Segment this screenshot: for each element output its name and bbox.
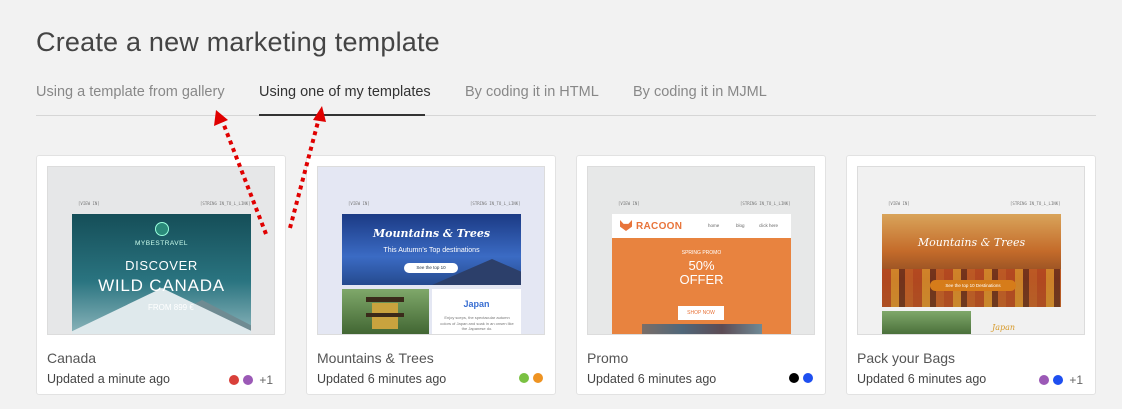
preview-percent: 50% [688,258,715,273]
active-tab-indicator [259,114,425,116]
preview-cta: See the top 10 Destinations [930,280,1016,291]
template-source-tabs: Using a template from gallery Using one … [36,76,1096,116]
tab-code-mjml[interactable]: By coding it in MJML [633,84,767,100]
preview-product-image [642,324,762,334]
color-dot [803,373,813,383]
preview-photo [342,289,429,334]
color-dot [243,375,254,385]
template-card-canada[interactable]: [VIEW IN] [STRING IN_TO_L_LINK] MYBESTRA… [36,155,286,395]
preview-token-right: [STRING IN_TO_L_LINK] [1010,201,1061,206]
card-title: Canada [47,350,97,366]
template-preview[interactable]: [VIEW IN] [STRING IN_TO_L_LINK] Mountain… [857,166,1085,335]
preview-nav-link: click here [759,223,779,228]
template-card-promo[interactable]: [VIEW IN] [STRING IN_TO_L_LINK] RACOON h… [576,155,826,395]
card-updated-time: Updated a minute ago [47,372,171,386]
color-dot [533,373,543,383]
template-card-mountains-trees[interactable]: [VIEW IN] [STRING IN_TO_L_LINK] Mountain… [306,155,556,395]
color-dot [229,375,240,385]
preview-token-right: [STRING IN_TO_L_LINK] [200,201,251,206]
preview-cta: See the top 10 [404,263,458,273]
more-colors-count: +1 [259,373,273,387]
color-dot [519,373,529,383]
preview-token-right: [STRING IN_TO_L_LINK] [470,201,521,206]
color-palette: +1 [1039,373,1083,387]
card-title: Pack your Bags [857,350,956,366]
page-title: Create a new marketing template [36,27,440,57]
card-updated-time: Updated 6 minutes ago [587,372,717,386]
preview-token-left: [VIEW IN] [888,201,910,206]
globe-icon [155,222,169,236]
card-title: Mountains & Trees [317,350,434,366]
tab-my-templates[interactable]: Using one of my templates [259,84,431,100]
preview-nav-link: blog [736,223,745,228]
card-title: Promo [587,350,629,366]
preview-article: Japan Enjoy sceps, the spectacular autum… [432,289,521,334]
preview-token-left: [VIEW IN] [618,201,640,206]
tab-code-html[interactable]: By coding it in HTML [465,84,599,100]
preview-script-title: Mountains & Trees [917,236,1026,249]
preview-article-title: Japan [463,299,490,309]
preview-token-left: [VIEW IN] [78,201,100,206]
color-palette: +1 [229,373,273,387]
preview-hero: MYBESTRAVEL DISCOVER WILD CANADA FROM 89… [72,214,251,334]
preview-hero: SPRING PROMO 50% OFFER SHOP NOW [612,238,791,334]
color-palette [519,373,543,383]
color-dot [1053,375,1064,385]
preview-kicker: SPRING PROMO [681,250,722,256]
preview-logo-text: RACOON [636,221,683,232]
preview-token-right: [STRING IN_TO_L_LINK] [740,201,791,206]
preview-headline-2: WILD CANADA [98,276,225,295]
preview-offer: OFFER [679,272,724,287]
template-preview[interactable]: [VIEW IN] [STRING IN_TO_L_LINK] Mountain… [317,166,545,335]
fox-logo-icon [620,220,632,231]
tab-template-gallery[interactable]: Using a template from gallery [36,84,225,100]
template-card-pack-your-bags[interactable]: [VIEW IN] [STRING IN_TO_L_LINK] Mountain… [846,155,1096,395]
preview-nav-link: home [708,223,720,228]
preview-brand: MYBESTRAVEL [134,240,189,247]
preview-subtitle: This Autumn's Top destinations [383,247,480,254]
template-preview[interactable]: [VIEW IN] [STRING IN_TO_L_LINK] RACOON h… [587,166,815,335]
preview-article-text: Enjoy sceps, the spectacular autumn colo… [440,315,514,331]
preview-nav: RACOON home blog click here [612,214,791,238]
preview-cta: SHOP NOW [678,306,724,320]
preview-hero: Mountains & Trees See the top 10 Destina… [882,214,1061,307]
preview-token-left: [VIEW IN] [348,201,370,206]
card-updated-time: Updated 6 minutes ago [317,372,447,386]
color-dot [789,373,799,383]
preview-headline-1: DISCOVER [125,258,198,273]
card-updated-time: Updated 6 minutes ago [857,372,987,386]
preview-script-title: Mountains & Trees [372,227,491,240]
more-colors-count: +1 [1069,373,1083,387]
color-dot [1039,375,1050,385]
template-preview[interactable]: [VIEW IN] [STRING IN_TO_L_LINK] MYBESTRA… [47,166,275,335]
preview-hero: Mountains & Trees This Autumn's Top dest… [342,214,521,285]
color-palette [789,373,813,383]
preview-article-title: Japan [992,323,1016,332]
preview-photo [882,311,971,334]
preview-price: FROM 899 € [148,303,194,312]
